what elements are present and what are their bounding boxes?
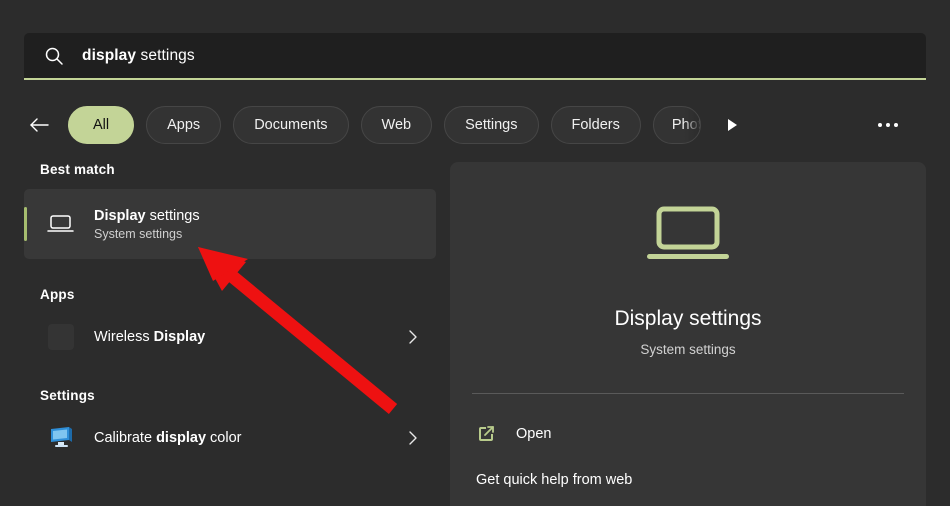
preview-subtitle: System settings	[450, 342, 926, 357]
chevron-right-icon	[408, 430, 418, 446]
more-options-icon	[886, 123, 890, 127]
filter-pill-folders[interactable]: Folders	[551, 106, 641, 144]
search-query-rest: settings	[136, 47, 195, 64]
result-title-post: color	[206, 430, 241, 446]
filter-pill-photos[interactable]: Photos	[653, 106, 701, 144]
filter-pill-label: Documents	[254, 117, 327, 133]
filter-bar: All Apps Documents Web Settings Folders …	[24, 102, 926, 148]
calibrate-monitor-icon	[46, 423, 76, 453]
more-options-icon	[878, 123, 882, 127]
open-action-label: Open	[516, 426, 551, 442]
result-item-title: Display settings	[94, 208, 200, 224]
filter-pill-label: Photos	[672, 117, 701, 133]
result-title-bold: Display	[154, 329, 206, 345]
result-item-title: Calibrate display color	[94, 430, 242, 446]
result-item-wireless-display[interactable]: Wireless Display	[24, 314, 436, 360]
filter-pill-label: All	[93, 117, 109, 133]
search-underline	[24, 78, 926, 80]
app-placeholder-icon	[46, 322, 76, 352]
search-bar[interactable]: display settings	[24, 33, 926, 78]
more-options-icon	[894, 123, 898, 127]
result-item-subtitle: System settings	[94, 227, 200, 241]
more-options-button[interactable]	[870, 107, 906, 143]
open-action-button[interactable]: Open	[472, 417, 904, 451]
chevron-right-icon	[408, 329, 418, 345]
selection-accent-bar	[24, 207, 27, 241]
filter-pill-apps[interactable]: Apps	[146, 106, 221, 144]
filter-pill-documents[interactable]: Documents	[233, 106, 348, 144]
result-item-texts: Display settings System settings	[94, 208, 200, 241]
preview-title: Display settings	[450, 307, 926, 331]
laptop-icon	[450, 204, 926, 270]
result-title-rest: settings	[146, 208, 200, 224]
next-arrow-icon	[724, 117, 740, 133]
back-button[interactable]	[24, 110, 54, 140]
monitor-icon	[46, 209, 76, 239]
section-heading-apps: Apps	[24, 287, 440, 302]
filter-pill-web[interactable]: Web	[361, 106, 433, 144]
search-input[interactable]: display settings	[82, 47, 195, 65]
windows-search-flyout: display settings All Apps Documents Web …	[0, 0, 950, 506]
result-item-title: Wireless Display	[94, 329, 205, 345]
back-arrow-icon	[28, 116, 50, 134]
result-title-bold: display	[156, 430, 206, 446]
result-title-bold: Display	[94, 208, 146, 224]
preview-divider	[472, 393, 904, 394]
section-heading-best-match: Best match	[24, 162, 440, 177]
result-item-calibrate-display-color[interactable]: Calibrate display color	[24, 415, 436, 461]
filter-pill-label: Web	[382, 117, 412, 133]
search-icon	[44, 46, 64, 66]
filter-pill-label: Folders	[572, 117, 620, 133]
filter-pill-all[interactable]: All	[68, 106, 134, 144]
scroll-filters-next-button[interactable]	[719, 110, 745, 140]
filter-pill-settings[interactable]: Settings	[444, 106, 538, 144]
result-item-display-settings[interactable]: Display settings System settings	[24, 189, 436, 259]
results-list: Best match Display settings System setti…	[24, 162, 440, 506]
result-title-pre: Calibrate	[94, 430, 156, 446]
external-link-icon	[476, 424, 496, 444]
search-query-bold: display	[82, 47, 136, 64]
section-heading-settings: Settings	[24, 388, 440, 403]
filter-pill-label: Settings	[465, 117, 517, 133]
get-quick-help-link[interactable]: Get quick help from web	[476, 472, 632, 488]
result-title-rest: Wireless	[94, 329, 154, 345]
filter-pill-label: Apps	[167, 117, 200, 133]
preview-panel: Display settings System settings Open Ge…	[450, 162, 926, 506]
